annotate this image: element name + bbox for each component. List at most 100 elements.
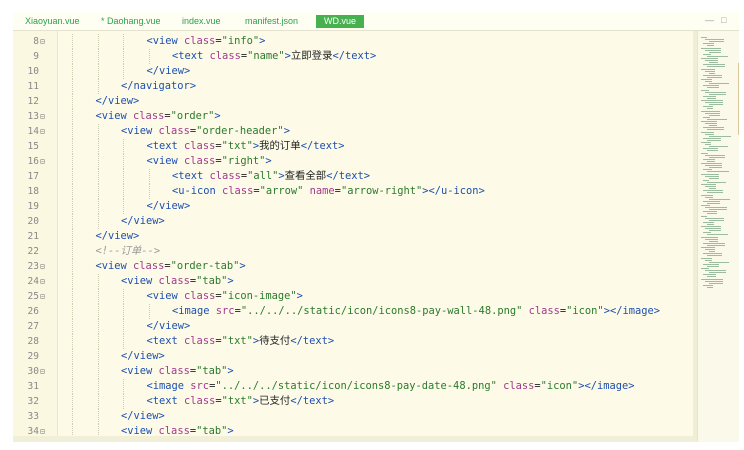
fold-toggle-icon[interactable]: ⊟ — [40, 154, 49, 169]
code-text: <view class="tab"> — [121, 275, 234, 287]
indent-guide — [148, 304, 150, 319]
indent-guide — [72, 394, 73, 409]
code-line[interactable]: 22 <!--订单--> — [13, 244, 693, 259]
minimap-line — [703, 85, 719, 87]
minimap-line — [705, 102, 723, 104]
minimap-line — [707, 234, 728, 236]
minimap-line — [705, 270, 726, 272]
fold-toggle-icon[interactable]: ⊟ — [40, 289, 49, 304]
code-line[interactable]: 9 <text class="name">立即登录</text> — [13, 49, 693, 64]
indent-guide — [72, 154, 73, 169]
code-line[interactable]: 28 <text class="txt">待支付</text> — [13, 334, 693, 349]
code-text: </view> — [146, 200, 191, 212]
tab-wd[interactable]: WD.vue — [316, 15, 365, 28]
minimap-line — [705, 175, 719, 177]
minimap-line — [705, 60, 718, 62]
fold-toggle-icon[interactable]: ⊟ — [40, 364, 49, 379]
code-line[interactable]: 23 ⊟ <view class="order-tab"> — [13, 259, 693, 274]
minimap-line — [709, 230, 721, 232]
minimap-line — [709, 219, 724, 221]
minimap-line — [705, 228, 721, 230]
tab-index[interactable]: index.vue — [178, 15, 225, 28]
tab-bar: Xiaoyuan.vue * Daohang.vue index.vue man… — [13, 12, 739, 31]
indent-guide — [72, 409, 73, 424]
code-line[interactable]: 11 </navigator> — [13, 79, 693, 94]
minimap-line — [701, 247, 715, 248]
minimap-line — [709, 135, 731, 137]
minimap-line — [703, 179, 709, 181]
code-line[interactable]: 10 </view> — [13, 64, 693, 79]
line-number: 31 — [27, 381, 39, 392]
minimize-icon[interactable]: — — [705, 15, 714, 25]
code-text: <view class="info"> — [146, 35, 266, 47]
minimap[interactable] — [697, 31, 739, 442]
indent-guide — [72, 49, 73, 64]
code-line[interactable]: 33 </view> — [13, 409, 693, 424]
minimap-line — [703, 64, 725, 66]
horizontal-scrollbar[interactable] — [13, 436, 693, 442]
code-editor[interactable]: 8 ⊟ <view class="info"> 9 <text class="name"… — [13, 31, 693, 442]
code-text: <text class="all">查看全部</text> — [172, 170, 370, 182]
minimap-line — [701, 68, 715, 70]
code-line[interactable]: 13 ⊟ <view class="order"> — [13, 109, 693, 124]
indent-guide — [72, 199, 73, 214]
line-number: 24 — [27, 276, 39, 287]
editor-window: Xiaoyuan.vue * Daohang.vue index.vue man… — [13, 12, 739, 442]
minimap-line — [707, 55, 728, 57]
minimap-line — [709, 282, 723, 284]
indent-guide — [72, 64, 73, 79]
code-text: </view> — [146, 320, 191, 332]
code-text: <view class="order-tab"> — [95, 260, 246, 272]
minimap-line — [709, 167, 722, 169]
minimap-line — [709, 83, 729, 85]
indent-guide — [97, 139, 99, 154]
indent-guide — [97, 379, 99, 394]
line-number: 33 — [27, 411, 39, 422]
fold-toggle-icon[interactable]: ⊟ — [40, 124, 49, 139]
code-line[interactable]: 19 </view> — [13, 199, 693, 214]
fold-toggle-icon[interactable]: ⊟ — [40, 259, 49, 274]
restore-icon[interactable]: □ — [721, 15, 726, 25]
minimap-line — [705, 249, 715, 251]
code-text: <text class="txt">我的订单</text> — [146, 140, 345, 152]
minimap-line — [709, 41, 724, 43]
code-text: <view class="order"> — [95, 110, 221, 122]
code-line[interactable]: 24 ⊟ <view class="tab"> — [13, 274, 693, 289]
minimap-line — [707, 192, 723, 194]
line-number: 26 — [27, 306, 39, 317]
code-line[interactable]: 26 <image src="../../../static/icon/icons… — [13, 304, 693, 319]
code-text: </view> — [95, 230, 140, 242]
tab-daohang[interactable]: * Daohang.vue — [97, 15, 165, 28]
tab-manifest[interactable]: manifest.json — [241, 15, 302, 28]
minimap-line — [703, 190, 723, 192]
code-line[interactable]: 16 ⊟ <view class="right"> — [13, 154, 693, 169]
code-text: <view class="right"> — [146, 155, 272, 167]
minimap-line — [703, 284, 713, 286]
code-line[interactable]: 30 ⊟ <view class="tab"> — [13, 364, 693, 379]
code-line[interactable]: 17 <text class="all">查看全部</text> — [13, 169, 693, 184]
indent-guide — [148, 184, 150, 199]
tab-xiaoyuan[interactable]: Xiaoyuan.vue — [21, 15, 84, 28]
code-line[interactable]: 31 <image src="../../../static/icon/icons… — [13, 379, 693, 394]
indent-guide — [97, 349, 99, 364]
code-line[interactable]: 8 ⊟ <view class="info"> — [13, 34, 693, 49]
minimap-viewport[interactable] — [738, 63, 739, 135]
code-line[interactable]: 14 ⊟ <view class="order-header"> — [13, 124, 693, 139]
code-text: <view class="tab"> — [121, 365, 234, 377]
code-line[interactable]: 18 <u-icon class="arrow" name="arrow-righ… — [13, 184, 693, 199]
code-line[interactable]: 32 <text class="txt">已支付</text> — [13, 394, 693, 409]
indent-guide — [97, 79, 99, 94]
minimap-line — [707, 129, 724, 131]
code-line[interactable]: 29 </view> — [13, 349, 693, 364]
fold-toggle-icon[interactable]: ⊟ — [40, 274, 49, 289]
code-line[interactable]: 27 </view> — [13, 319, 693, 334]
code-line[interactable]: 12 </view> — [13, 94, 693, 109]
fold-toggle-icon[interactable]: ⊟ — [40, 34, 49, 49]
minimap-line — [703, 200, 720, 202]
code-line[interactable]: 25 ⊟ <view class="icon-image"> — [13, 289, 693, 304]
code-line[interactable]: 21 </view> — [13, 229, 693, 244]
minimap-line — [703, 221, 714, 223]
code-line[interactable]: 15 <text class="txt">我的订单</text> — [13, 139, 693, 154]
code-line[interactable]: 20 </view> — [13, 214, 693, 229]
fold-toggle-icon[interactable]: ⊟ — [40, 109, 49, 124]
